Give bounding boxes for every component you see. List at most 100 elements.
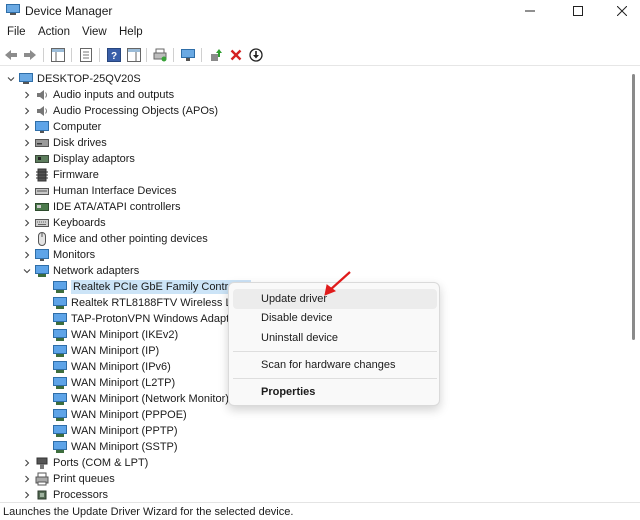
network-adapter-icon: [53, 440, 67, 454]
tree-category-row[interactable]: Human Interface Devices: [22, 183, 177, 199]
chevron-right-icon[interactable]: [22, 234, 32, 244]
tree-category-row[interactable]: Firmware: [22, 167, 99, 183]
scrollbar-thumb[interactable]: [632, 74, 635, 340]
menu-action[interactable]: Action: [38, 26, 70, 38]
port-icon: [35, 456, 49, 470]
network-adapter-row[interactable]: TAP-ProtonVPN Windows Adapter: [53, 311, 239, 327]
chevron-right-icon[interactable]: [22, 170, 32, 180]
ide-icon: [35, 200, 49, 214]
chevron-right-icon[interactable]: [22, 202, 32, 212]
network-adapter-row[interactable]: WAN Miniport (IKEv2): [53, 327, 178, 343]
keyboard-icon: [35, 216, 49, 230]
chevron-right-icon[interactable]: [22, 186, 32, 196]
action-pane-button[interactable]: [126, 47, 142, 63]
tree-category-row[interactable]: Monitors: [22, 247, 95, 263]
chevron-right-icon[interactable]: [22, 458, 32, 468]
network-adapter-row[interactable]: WAN Miniport (PPPOE): [53, 407, 187, 423]
uninstall-device-menu-item[interactable]: Uninstall device: [233, 328, 437, 348]
toolbar: ?: [0, 44, 640, 66]
minimize-icon: [525, 10, 535, 12]
menu-file[interactable]: File: [7, 26, 26, 38]
title-bar: Device Manager: [0, 0, 640, 22]
adapter-label: WAN Miniport (IP): [71, 345, 160, 357]
properties-toolbar-button[interactable]: [78, 47, 94, 63]
adapter-label: TAP-ProtonVPN Windows Adapter: [71, 313, 239, 325]
chevron-right-icon[interactable]: [22, 490, 32, 500]
network-adapter-icon: [53, 280, 67, 294]
update-driver-menu-item[interactable]: Update driver: [233, 289, 437, 309]
close-button[interactable]: [600, 0, 640, 22]
toolbar-separator: [146, 48, 147, 62]
disable-device-menu-item[interactable]: Disable device: [233, 308, 437, 328]
tree-category-row[interactable]: Disk drives: [22, 135, 107, 151]
chevron-right-icon[interactable]: [22, 106, 32, 116]
tree-category-row[interactable]: Audio inputs and outputs: [22, 87, 174, 103]
chevron-right-icon[interactable]: [22, 218, 32, 228]
category-label: Ports (COM & LPT): [53, 457, 149, 469]
minimize-button[interactable]: [508, 0, 552, 22]
tree-category-row[interactable]: Network adapters: [22, 263, 139, 279]
scan-hardware-button[interactable]: [180, 47, 196, 63]
disable-device-toolbar-button[interactable]: [248, 47, 264, 63]
print-button[interactable]: [152, 47, 168, 63]
back-button[interactable]: [3, 47, 19, 63]
network-adapter-row[interactable]: Realtek PCIe GbE Family Controller: [53, 279, 252, 295]
network-adapter-row[interactable]: Realtek RTL8188FTV Wireless LAN: [53, 295, 247, 311]
printer-icon: [35, 472, 49, 486]
maximize-button[interactable]: [556, 0, 600, 22]
help-toolbar-button[interactable]: ?: [106, 47, 122, 63]
monitor-icon: [35, 120, 49, 134]
chevron-down-icon[interactable]: [6, 74, 16, 84]
uninstall-device-toolbar-button[interactable]: [228, 47, 244, 63]
tree-category-row[interactable]: IDE ATA/ATAPI controllers: [22, 199, 181, 215]
network-adapter-row[interactable]: WAN Miniport (PPTP): [53, 423, 178, 439]
context-menu: Update driver Disable device Uninstall d…: [228, 282, 440, 406]
chevron-right-icon[interactable]: [22, 154, 32, 164]
network-adapter-row[interactable]: WAN Miniport (L2TP): [53, 375, 175, 391]
disk-icon: [35, 136, 49, 150]
speaker-icon: [35, 104, 49, 118]
tree-category-row[interactable]: Ports (COM & LPT): [22, 455, 148, 471]
chevron-right-icon[interactable]: [22, 138, 32, 148]
chevron-right-icon[interactable]: [22, 474, 32, 484]
tree-category-row[interactable]: Audio Processing Objects (APOs): [22, 103, 218, 119]
forward-button[interactable]: [22, 47, 38, 63]
status-bar: Launches the Update Driver Wizard for th…: [0, 502, 640, 520]
adapter-label: WAN Miniport (IKEv2): [71, 329, 179, 341]
network-adapter-icon: [53, 392, 67, 406]
menu-separator: [233, 351, 437, 352]
back-arrow-icon: [5, 50, 17, 60]
menu-help[interactable]: Help: [119, 26, 143, 38]
properties-menu-item[interactable]: Properties: [233, 382, 437, 402]
computer-name: DESKTOP-25QV20S: [37, 73, 141, 85]
scan-hardware-menu-item[interactable]: Scan for hardware changes: [233, 355, 437, 375]
tree-category-row[interactable]: Mice and other pointing devices: [22, 231, 208, 247]
menu-bar: File Action View Help: [0, 24, 640, 42]
network-adapter-row[interactable]: WAN Miniport (IP): [53, 343, 159, 359]
action-pane-icon: [127, 48, 141, 62]
network-adapter-row[interactable]: WAN Miniport (IPv6): [53, 359, 171, 375]
chevron-right-icon[interactable]: [22, 122, 32, 132]
tree-root-node[interactable]: DESKTOP-25QV20S: [6, 71, 141, 87]
tree-category-row[interactable]: Display adaptors: [22, 151, 135, 167]
tree-category-row[interactable]: Computer: [22, 119, 101, 135]
chevron-right-icon[interactable]: [22, 90, 32, 100]
chevron-right-icon[interactable]: [22, 250, 32, 260]
network-adapter-row[interactable]: WAN Miniport (Network Monitor): [53, 391, 229, 407]
adapter-label: Realtek RTL8188FTV Wireless LAN: [71, 297, 247, 309]
category-label: Monitors: [53, 249, 96, 261]
console-tree-icon: [51, 48, 65, 62]
tree-category-row[interactable]: Processors: [22, 487, 108, 500]
tree-category-row[interactable]: Print queues: [22, 471, 115, 487]
forward-arrow-icon: [24, 50, 36, 60]
category-label: Network adapters: [53, 265, 140, 277]
tree-category-row[interactable]: Keyboards: [22, 215, 106, 231]
menu-view[interactable]: View: [82, 26, 107, 38]
update-driver-toolbar-button[interactable]: [208, 47, 224, 63]
show-hide-console-tree-button[interactable]: [50, 47, 66, 63]
category-label: Display adaptors: [53, 153, 135, 165]
network-adapter-row[interactable]: WAN Miniport (SSTP): [53, 439, 178, 455]
scan-monitor-icon: [181, 49, 195, 61]
chevron-down-icon[interactable]: [22, 266, 32, 276]
toolbar-separator: [173, 48, 174, 62]
